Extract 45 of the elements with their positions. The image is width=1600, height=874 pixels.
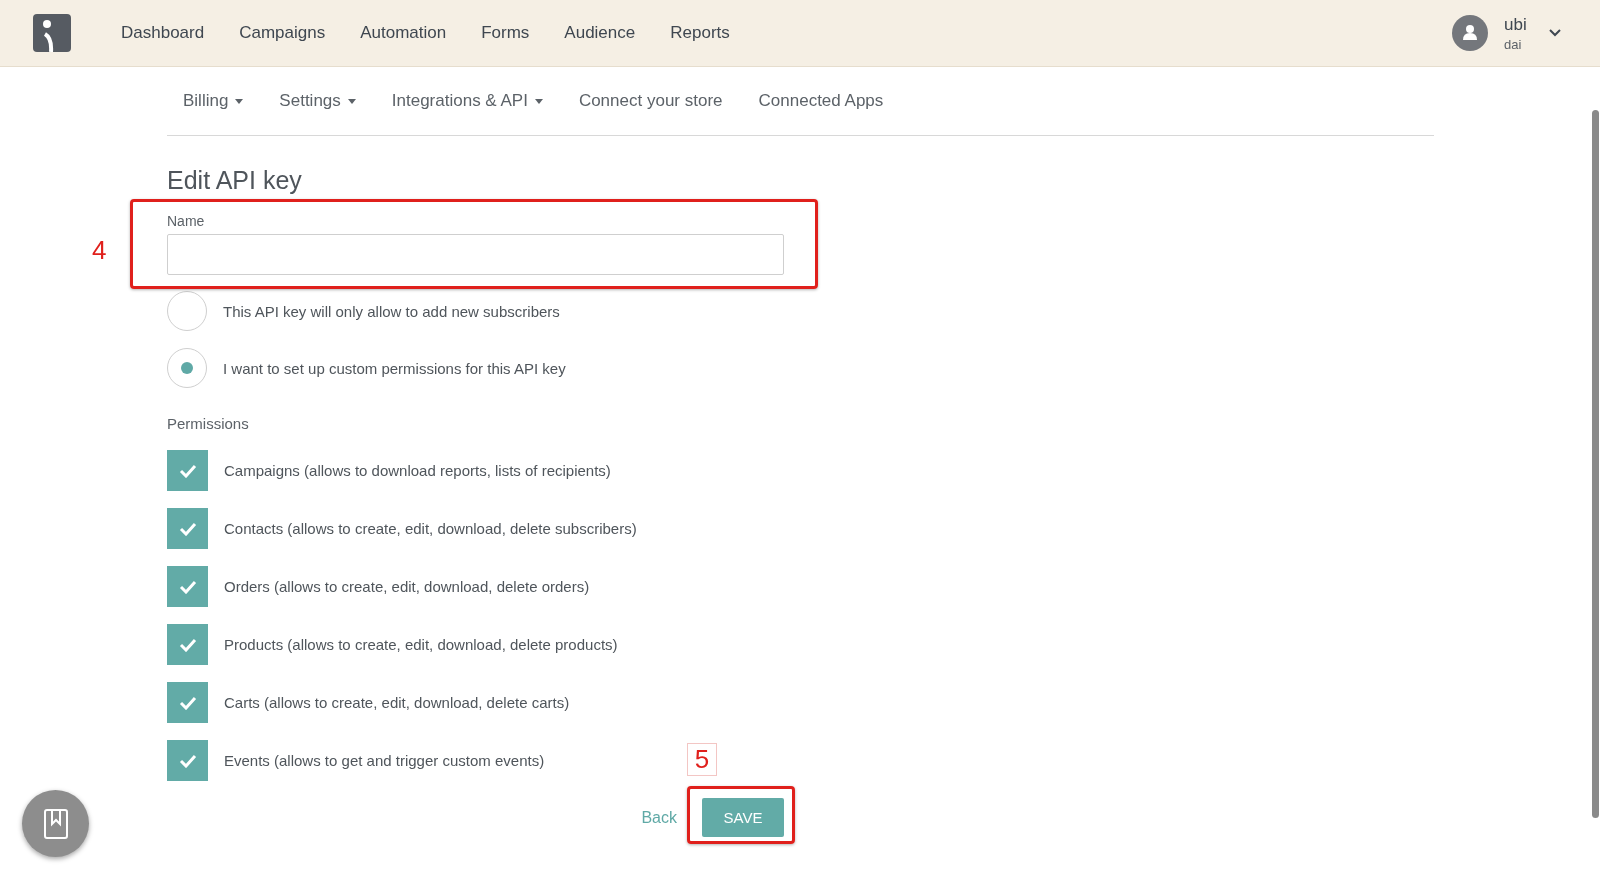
logo-icon[interactable] (33, 14, 71, 52)
subnav-tab[interactable]: Settings (279, 91, 356, 111)
checkbox[interactable] (167, 566, 208, 607)
check-icon (178, 579, 197, 594)
subnav-tab[interactable]: Connect your store (578, 91, 723, 111)
nav-link[interactable]: Reports (670, 23, 730, 43)
checkbox[interactable] (167, 682, 208, 723)
checkbox[interactable] (167, 508, 208, 549)
floating-button[interactable] (22, 790, 89, 857)
permission-label: Products (allows to create, edit, download, delete products) (224, 636, 618, 653)
nav-link[interactable]: Forms (481, 23, 530, 43)
checkbox[interactable] (167, 740, 208, 781)
nav-link[interactable]: Automation (360, 23, 447, 43)
field-label: Name (167, 213, 206, 229)
chevron-down-icon[interactable] (1548, 28, 1562, 38)
step-number: 5 (687, 743, 717, 776)
name-input-field[interactable] (167, 234, 784, 275)
check-icon (178, 521, 197, 536)
page-title: Edit API key (167, 166, 303, 195)
check-icon (178, 463, 197, 478)
permission-label: Carts (allows to create, edit, download, delete carts) (224, 694, 570, 711)
nav-link[interactable]: Campaigns (239, 23, 326, 43)
check-icon (178, 695, 197, 710)
subnav-tab[interactable]: Connected Apps (758, 91, 884, 111)
check-icon (178, 753, 197, 768)
nav-link[interactable]: Dashboard (121, 23, 205, 43)
avatar-icon[interactable] (1452, 15, 1488, 51)
step-number: 4 (92, 235, 107, 266)
check-icon (178, 637, 197, 652)
checkbox[interactable] (167, 624, 208, 665)
subnav-tab[interactable]: Billing (183, 91, 244, 111)
permission-label: Orders (allows to create, edit, download, delete orders) (224, 578, 590, 595)
option-label: I want to set up custom permissions for this API key (223, 359, 566, 377)
user-subtitle: dai (1504, 36, 1523, 52)
bookmark-book-icon (42, 807, 69, 840)
option-label: This API key will only allow to add new subscribers (223, 302, 560, 320)
nav-link[interactable]: Audience (564, 23, 636, 43)
subnav-tab[interactable]: Integrations & API (391, 91, 543, 111)
permission-label: Events (allows to get and trigger custom events) (224, 752, 545, 769)
scrollbar[interactable] (1592, 110, 1599, 818)
permission-label: Campaigns (allows to download reports, lists of recipients) (224, 462, 611, 479)
permission-label: Contacts (allows to create, edit, download, delete subscribers) (224, 520, 637, 537)
checkbox[interactable] (167, 450, 208, 491)
section-label: Permissions (167, 415, 250, 432)
user-name: ubi (1504, 14, 1528, 35)
